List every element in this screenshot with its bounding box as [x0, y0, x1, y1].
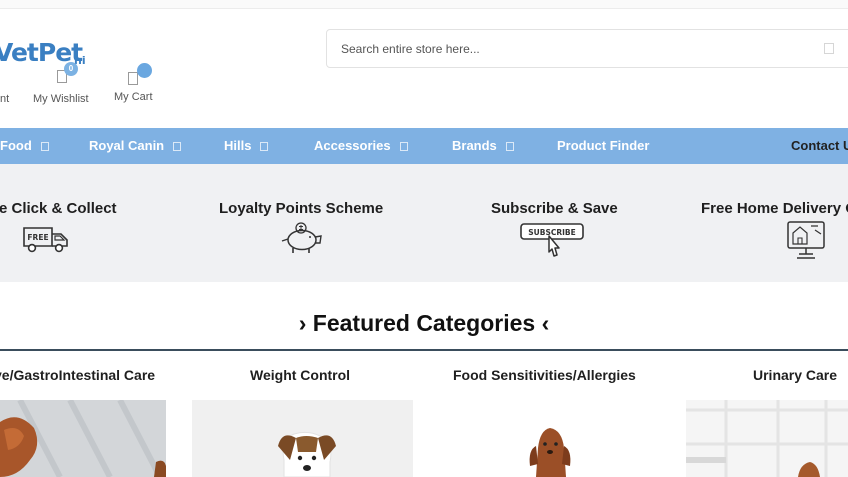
dog-photo — [440, 400, 661, 477]
cart-count-badge — [137, 63, 152, 78]
nav-item-label: Brands — [452, 138, 497, 153]
page: VetPet ni nt 0 My Wishlist My Cart Food … — [0, 0, 848, 477]
category-image[interactable] — [686, 400, 848, 477]
category-title[interactable]: Weight Control — [250, 367, 350, 383]
dog-photo — [192, 400, 413, 477]
chevron-down-icon — [505, 142, 514, 151]
nav-item-label: Hills — [224, 138, 252, 153]
dog-photo — [0, 400, 166, 477]
main-nav: Food Royal Canin Hills Accessories Brand… — [0, 128, 848, 164]
subscribe-button-icon: SUBSCRIBE — [520, 223, 584, 257]
wishlist-count-badge: 0 — [64, 62, 78, 76]
nav-item-accessories[interactable]: Accessories — [314, 128, 408, 164]
features-strip: e Click & Collect FREE Loyalty Points Sc… — [0, 164, 848, 282]
subscribe-icon-text: SUBSCRIBE — [528, 228, 576, 237]
feature-title: Free Home Delivery O — [701, 200, 848, 217]
nav-item-hills[interactable]: Hills — [224, 128, 269, 164]
nav-item-label: Product Finder — [557, 138, 650, 153]
chevron-down-icon — [173, 142, 182, 151]
category-title[interactable]: Food Sensitivities/Allergies — [453, 367, 636, 383]
nav-item-contact[interactable]: Contact U — [791, 128, 848, 164]
free-badge-text: FREE — [27, 233, 48, 242]
cart-link[interactable]: My Cart — [114, 91, 153, 103]
chevron-down-icon — [399, 142, 408, 151]
nav-item-food[interactable]: Food — [0, 128, 49, 164]
category-image[interactable] — [192, 400, 413, 477]
cart-icon[interactable] — [128, 72, 138, 85]
top-strip — [0, 0, 848, 9]
nav-item-label: Royal Canin — [89, 138, 165, 153]
chevron-down-icon — [260, 142, 269, 151]
free-truck-icon: FREE — [23, 227, 68, 253]
heading-divider — [0, 349, 848, 351]
feature-title: e Click & Collect — [0, 200, 117, 217]
nav-item-royal-canin[interactable]: Royal Canin — [89, 128, 182, 164]
search-icon[interactable] — [824, 43, 834, 54]
wishlist-link[interactable]: My Wishlist — [33, 93, 89, 105]
feature-title: Subscribe & Save — [491, 200, 618, 217]
nav-item-brands[interactable]: Brands — [452, 128, 514, 164]
category-title[interactable]: ve/GastroIntestinal Care — [0, 367, 155, 383]
category-image[interactable] — [0, 400, 166, 477]
featured-categories-heading: › Featured Categories ‹ — [298, 310, 550, 336]
chevron-down-icon — [40, 142, 49, 151]
search-input[interactable] — [327, 30, 848, 67]
dog-photo — [686, 400, 848, 477]
nav-item-label: Accessories — [314, 138, 391, 153]
nav-item-label: Contact U — [791, 138, 848, 153]
feature-title: Loyalty Points Scheme — [219, 200, 384, 217]
piggy-bank-icon — [281, 222, 322, 253]
account-link[interactable]: nt — [0, 93, 9, 105]
nav-item-product-finder[interactable]: Product Finder — [557, 128, 649, 164]
home-delivery-icon — [787, 221, 825, 259]
category-image[interactable] — [440, 400, 661, 477]
nav-item-label: Food — [0, 138, 32, 153]
search-bar — [326, 29, 848, 68]
category-title[interactable]: Urinary Care — [753, 367, 837, 383]
